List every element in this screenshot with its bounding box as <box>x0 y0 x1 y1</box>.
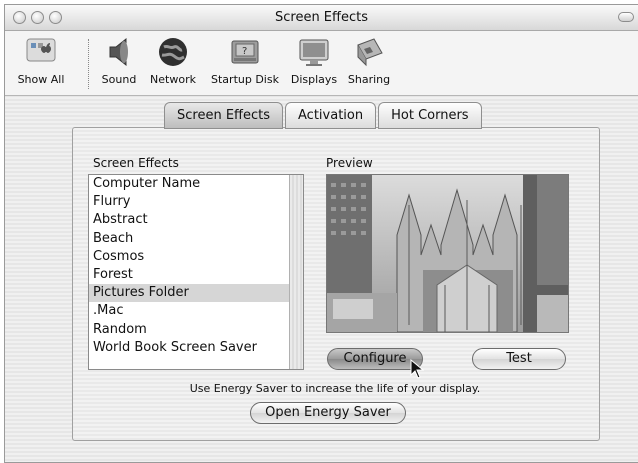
energy-saver-hint: Use Energy Saver to increase the life of… <box>189 382 481 395</box>
toolbar-toggle-button[interactable] <box>618 12 634 22</box>
list-item[interactable]: World Book Screen Saver <box>89 339 289 357</box>
toolbar-label: Sound <box>101 73 137 86</box>
toolbar-startup-disk[interactable]: ? Startup Disk <box>207 35 283 86</box>
display-icon <box>297 35 331 69</box>
toolbar-label: Displays <box>290 73 338 86</box>
effects-list-heading: Screen Effects <box>93 156 179 170</box>
toolbar-label: Network <box>150 73 196 86</box>
toolbar-sound[interactable]: Sound <box>99 35 139 86</box>
title-bar: Screen Effects <box>5 5 638 31</box>
list-item-selected[interactable]: Pictures Folder <box>89 284 289 303</box>
list-item[interactable]: Forest <box>89 266 289 284</box>
toolbar-sharing[interactable]: Sharing <box>345 35 393 86</box>
configure-button[interactable]: Configure <box>327 348 423 370</box>
mouse-cursor-icon <box>410 359 424 379</box>
list-item[interactable]: Random <box>89 321 289 339</box>
toolbar-separator <box>88 39 89 89</box>
toolbar-label: Startup Disk <box>211 73 279 86</box>
list-item[interactable]: Beach <box>89 230 289 248</box>
preview-image <box>326 174 569 333</box>
list-item[interactable]: .Mac <box>89 302 289 320</box>
window-title: Screen Effects <box>274 10 368 25</box>
effects-list-items: Computer Name Flurry Abstract Beach Cosm… <box>89 175 289 369</box>
globe-icon <box>156 35 190 69</box>
tab-hot-corners[interactable]: Hot Corners <box>378 102 482 129</box>
speaker-icon <box>102 35 136 69</box>
toolbar-label: Show All <box>17 73 65 86</box>
apple-icon <box>24 35 58 69</box>
test-button[interactable]: Test <box>472 348 566 370</box>
tab-bar: Screen Effects Activation Hot Corners <box>164 102 482 129</box>
toolbar-show-all[interactable]: Show All <box>15 35 67 86</box>
tab-screen-effects[interactable]: Screen Effects <box>164 102 284 129</box>
disk-icon: ? <box>228 35 262 69</box>
list-item[interactable]: Abstract <box>89 211 289 229</box>
open-energy-saver-button[interactable]: Open Energy Saver <box>250 402 406 424</box>
toolbar: Show All Sound Network ? Startup Disk Di <box>5 31 638 96</box>
toolbar-displays[interactable]: Displays <box>289 35 339 86</box>
toolbar-label: Sharing <box>347 73 391 86</box>
sharing-icon <box>352 35 386 69</box>
svg-text:?: ? <box>242 46 247 57</box>
tab-activation[interactable]: Activation <box>285 102 377 129</box>
list-item[interactable]: Computer Name <box>89 175 289 193</box>
list-item[interactable]: Flurry <box>89 193 289 211</box>
effects-list-scrollbar[interactable] <box>289 175 303 369</box>
toolbar-network[interactable]: Network <box>147 35 199 86</box>
effects-list[interactable]: Computer Name Flurry Abstract Beach Cosm… <box>88 174 304 370</box>
preview-heading: Preview <box>326 156 373 170</box>
list-item[interactable]: Cosmos <box>89 248 289 266</box>
